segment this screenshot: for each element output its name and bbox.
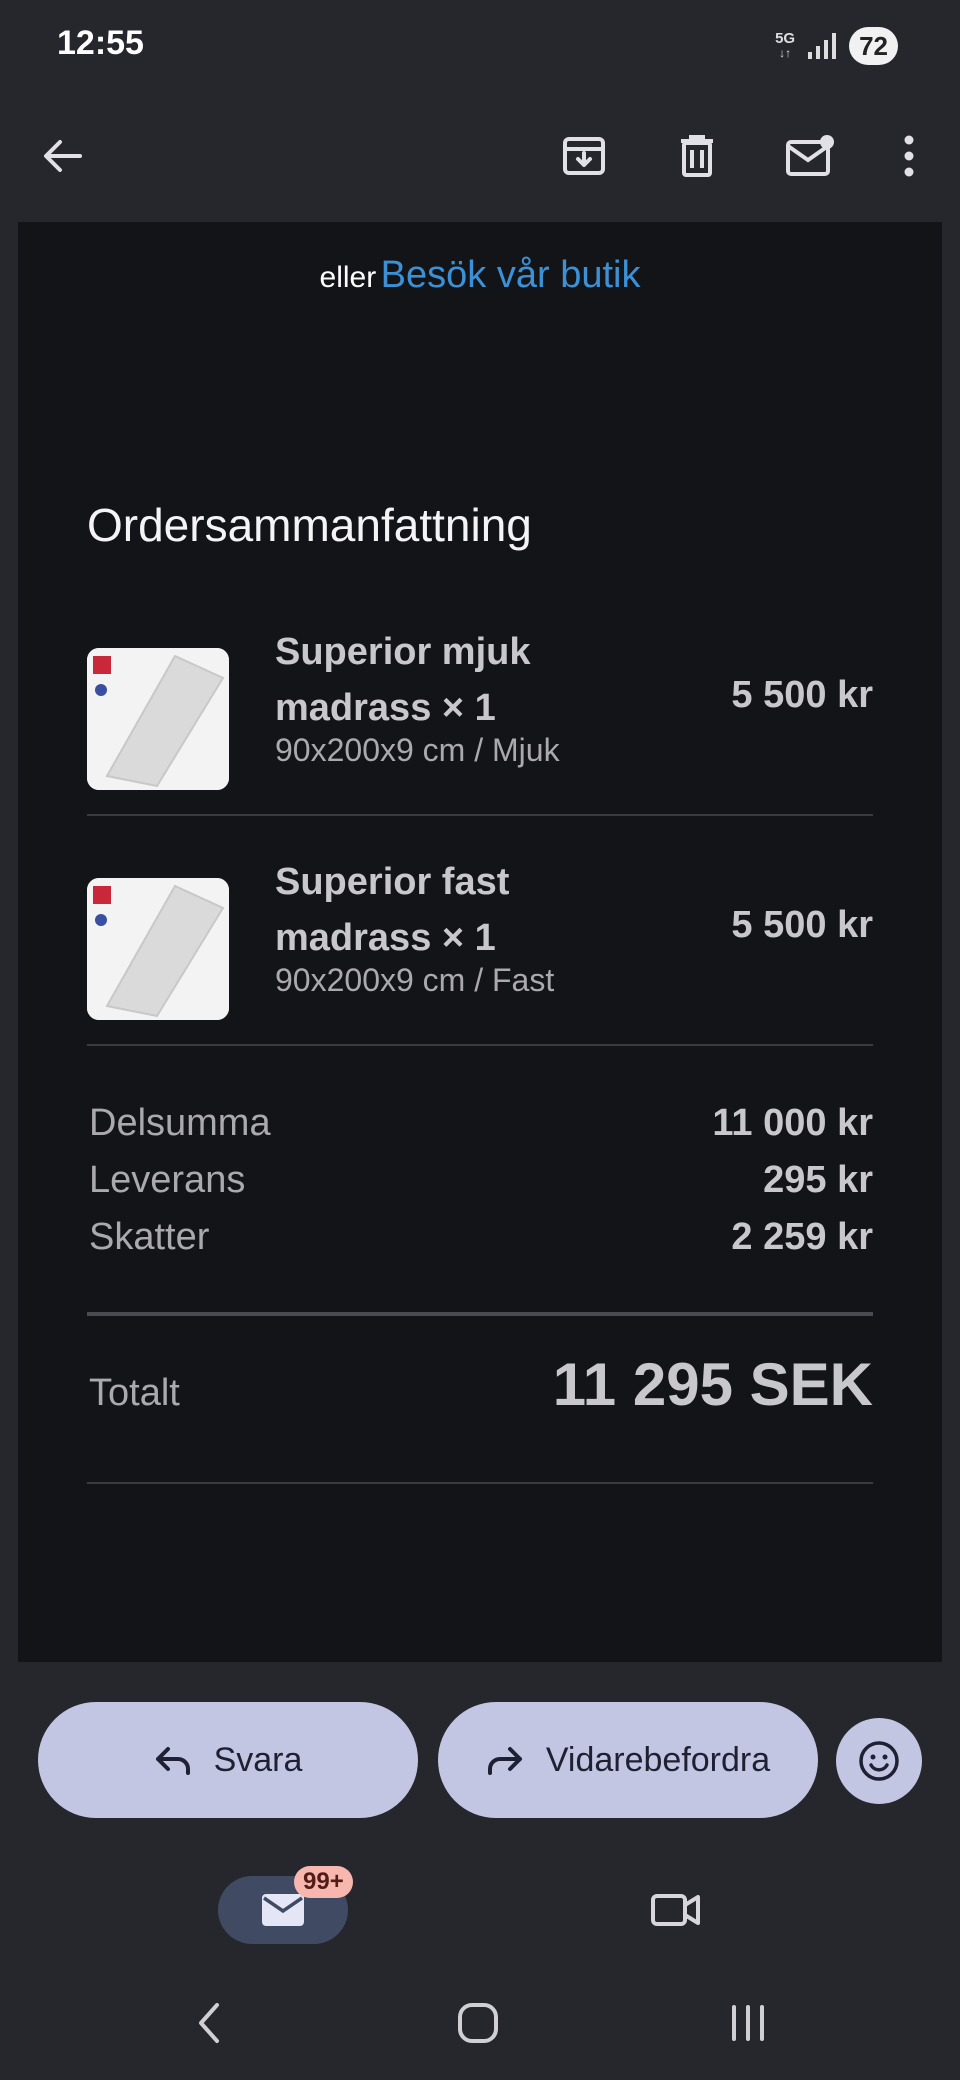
network-type: 5G ↓↑ [775, 30, 796, 60]
email-body: eller Besök vår butik Ordersammanfattnin… [18, 222, 942, 1662]
order-item[interactable]: Superior mjuk madrass × 1 90x200x9 cm / … [87, 624, 873, 804]
item-variant: 90x200x9 cm / Fast [275, 962, 555, 998]
forward-icon [487, 1747, 522, 1775]
forward-button[interactable]: Vidarebefordra [438, 1702, 818, 1818]
system-back-icon[interactable] [180, 1998, 240, 2048]
network-label: 5G [775, 30, 796, 47]
battery-indicator: 72 [849, 27, 898, 65]
shipping-row: Leverans 295 kr [89, 1159, 873, 1215]
item-name: Superior mjuk madrass × 1 [275, 631, 531, 729]
item-name: Superior fast madrass × 1 [275, 861, 510, 959]
cost-label: Skatter [89, 1216, 210, 1258]
mail-icon [262, 1894, 304, 1926]
mark-unread-icon[interactable] [778, 124, 842, 188]
forward-label: Vidarebefordra [545, 1740, 771, 1779]
system-recents-icon[interactable] [718, 1998, 778, 2048]
cost-label: Leverans [89, 1159, 246, 1201]
product-thumbnail [87, 878, 229, 1020]
bottom-navigation: 99+ [0, 1854, 960, 1964]
cost-label: Delsumma [89, 1102, 271, 1144]
taxes-row: Skatter 2 259 kr [89, 1216, 873, 1272]
item-divider [87, 814, 873, 816]
total-value: 11 295 SEK [552, 1351, 873, 1418]
status-bar: 12:55 5G ↓↑ 72 [0, 0, 960, 92]
delete-icon[interactable] [665, 124, 729, 188]
unread-count-badge: 99+ [294, 1866, 353, 1898]
total-label: Totalt [89, 1372, 180, 1414]
email-app-bar [0, 92, 960, 220]
footer-divider [87, 1482, 873, 1484]
more-vert-icon[interactable] [877, 124, 941, 188]
order-summary-title: Ordersammanfattning [87, 499, 532, 551]
cost-value: 11 000 kr [712, 1102, 873, 1144]
total-divider [87, 1312, 873, 1316]
cost-value: 2 259 kr [731, 1216, 873, 1258]
system-navigation-bar [0, 1964, 960, 2080]
product-thumbnail [87, 648, 229, 790]
item-price: 5 500 kr [731, 904, 873, 946]
subtotal-row: Delsumma 11 000 kr [89, 1102, 873, 1158]
reply-icon [155, 1747, 190, 1775]
item-price: 5 500 kr [731, 674, 873, 716]
signal-icon [808, 33, 837, 59]
archive-icon[interactable] [552, 124, 616, 188]
items-divider [87, 1044, 873, 1046]
cost-value: 295 kr [763, 1159, 873, 1201]
order-item[interactable]: Superior fast madrass × 1 90x200x9 cm / … [87, 854, 873, 1034]
meet-video-icon[interactable] [646, 1882, 706, 1938]
item-variant: 90x200x9 cm / Mjuk [275, 732, 560, 768]
store-line: eller Besök vår butik [18, 254, 942, 297]
status-time: 12:55 [57, 24, 144, 62]
back-arrow-icon[interactable] [30, 124, 94, 188]
visit-store-link[interactable]: Besök vår butik [381, 254, 641, 296]
reply-button[interactable]: Svara [38, 1702, 418, 1818]
system-home-icon[interactable] [448, 1998, 508, 2048]
status-icons: 5G ↓↑ 72 [775, 26, 898, 66]
reply-action-bar: Svara Vidarebefordra [0, 1662, 960, 1854]
reply-label: Svara [213, 1740, 303, 1779]
emoji-reaction-button[interactable] [836, 1718, 922, 1804]
store-or-text: eller [319, 261, 377, 294]
emoji-icon [859, 1741, 899, 1781]
